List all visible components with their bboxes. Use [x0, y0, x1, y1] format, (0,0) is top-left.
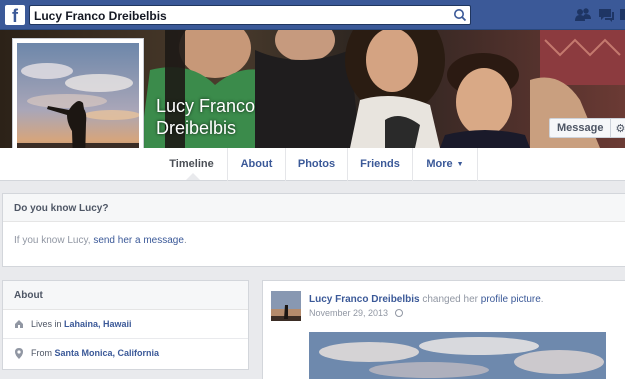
lives-in-prefix: Lives in: [31, 319, 62, 329]
do-you-know-body: If you know Lucy, send her a message.: [3, 222, 625, 246]
send-message-link[interactable]: send her a message: [93, 235, 184, 246]
timeline-post: Lucy Franco Dreibelbis changed her profi…: [262, 280, 625, 379]
profile-tabs: Timeline About Photos Friends More ▼: [0, 148, 625, 181]
post-action: changed her: [422, 294, 478, 305]
do-you-know-text: If you know Lucy,: [14, 235, 91, 246]
from-prefix: From: [31, 348, 52, 358]
tab-friends[interactable]: Friends: [348, 148, 413, 181]
do-you-know-suffix: .: [183, 235, 187, 246]
post-action-suffix: .: [540, 294, 544, 305]
gear-icon[interactable]: ⚙: [611, 119, 625, 137]
tab-photos[interactable]: Photos: [286, 148, 348, 181]
from-link[interactable]: Santa Monica, California: [55, 348, 160, 358]
post-date: November 29, 2013: [309, 308, 403, 318]
active-tab-marker: [186, 173, 200, 180]
from-row: From Santa Monica, California: [3, 339, 248, 368]
tab-more[interactable]: More ▼: [413, 148, 478, 181]
profile-picture-link[interactable]: profile picture: [481, 294, 541, 305]
profile-name: Lucy Franco Dreibelbis: [156, 95, 255, 139]
tab-about[interactable]: About: [228, 148, 286, 181]
messages-icon[interactable]: [597, 6, 615, 24]
do-you-know-card: Do you know Lucy? If you know Lucy, send…: [2, 193, 625, 267]
tab-label: Timeline: [169, 158, 214, 170]
friend-requests-icon[interactable]: [574, 6, 592, 24]
home-icon: [15, 320, 23, 328]
location-pin-icon: [15, 348, 23, 359]
post-header: Lucy Franco Dreibelbis changed her profi…: [309, 294, 544, 305]
top-bar: f: [0, 0, 625, 30]
lives-in-link[interactable]: Lahaina, Hawaii: [64, 319, 132, 329]
profile-name-line1: Lucy Franco: [156, 96, 256, 116]
chevron-down-icon: ▼: [456, 161, 464, 168]
message-actions: Message ⚙: [549, 118, 625, 138]
post-timestamp[interactable]: November 29, 2013: [309, 308, 388, 318]
lives-in-row: Lives in Lahaina, Hawaii: [3, 310, 248, 339]
tab-label: About: [240, 158, 273, 170]
message-button[interactable]: Message: [550, 119, 612, 137]
notifications-icon[interactable]: [618, 6, 625, 24]
tab-label: More: [426, 158, 453, 170]
do-you-know-title: Do you know Lucy?: [3, 194, 625, 222]
search-input[interactable]: [34, 8, 444, 23]
about-title: About: [3, 281, 248, 310]
tab-label: Photos: [297, 158, 336, 170]
search-icon[interactable]: [452, 7, 468, 23]
tab-label: Friends: [360, 158, 400, 170]
about-card: About Lives in Lahaina, Hawaii From Sant…: [2, 280, 249, 370]
post-photo[interactable]: [309, 332, 606, 379]
post-author-link[interactable]: Lucy Franco Dreibelbis: [309, 294, 420, 305]
author-avatar[interactable]: [271, 291, 301, 321]
globe-icon[interactable]: [394, 309, 403, 317]
facebook-logo[interactable]: f: [5, 5, 25, 25]
profile-name-line2: Dreibelbis: [156, 118, 237, 138]
search-box[interactable]: [29, 5, 471, 25]
